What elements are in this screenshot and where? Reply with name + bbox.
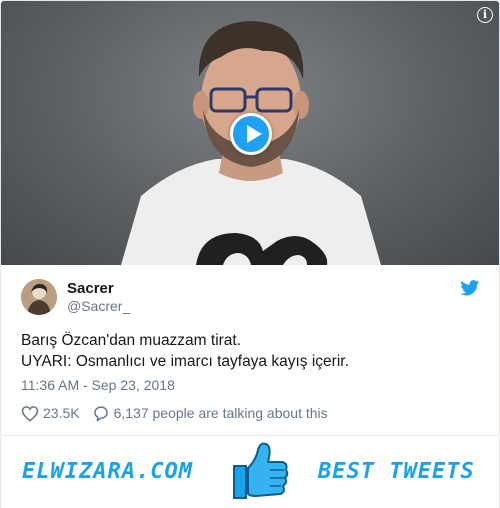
like-count[interactable]: 23.5K	[43, 405, 80, 421]
tagline: BEST TWEETS	[318, 459, 475, 484]
author-name[interactable]: Sacrer	[67, 280, 114, 297]
tweet-text-line-1: Barış Özcan'dan muazzam tirat.	[21, 332, 242, 349]
thumbs-up-icon	[233, 442, 289, 499]
tweet-text: Barış Özcan'dan muazzam tirat. UYARI: Os…	[21, 330, 481, 372]
avatar[interactable]	[21, 279, 57, 315]
talking-about-text[interactable]: 6,137 people are talking about this	[114, 405, 328, 421]
tweet-text-line-2: UYARI: Osmanlıcı ve imarcı tayfaya kayış…	[21, 353, 349, 370]
info-icon[interactable]: i	[477, 7, 493, 23]
tweet-timestamp[interactable]: 11:36 AM - Sep 23, 2018	[21, 377, 175, 393]
twitter-bird-icon[interactable]	[460, 280, 480, 296]
play-icon[interactable]	[230, 113, 272, 155]
site-name[interactable]: ELWIZARA.COM	[22, 459, 193, 484]
video-player[interactable]: i	[1, 1, 499, 265]
tweet-actions: 23.5K 6,137 people are talking about thi…	[21, 403, 328, 423]
heart-icon[interactable]	[21, 405, 39, 422]
speech-bubble-icon[interactable]	[92, 405, 110, 422]
avatar-image	[21, 279, 57, 315]
author-handle[interactable]: @Sacrer_	[67, 298, 130, 314]
tweet-embed-card: i Sacrer @Sacrer_ Barış Özcan'dan muazza…	[0, 0, 500, 436]
